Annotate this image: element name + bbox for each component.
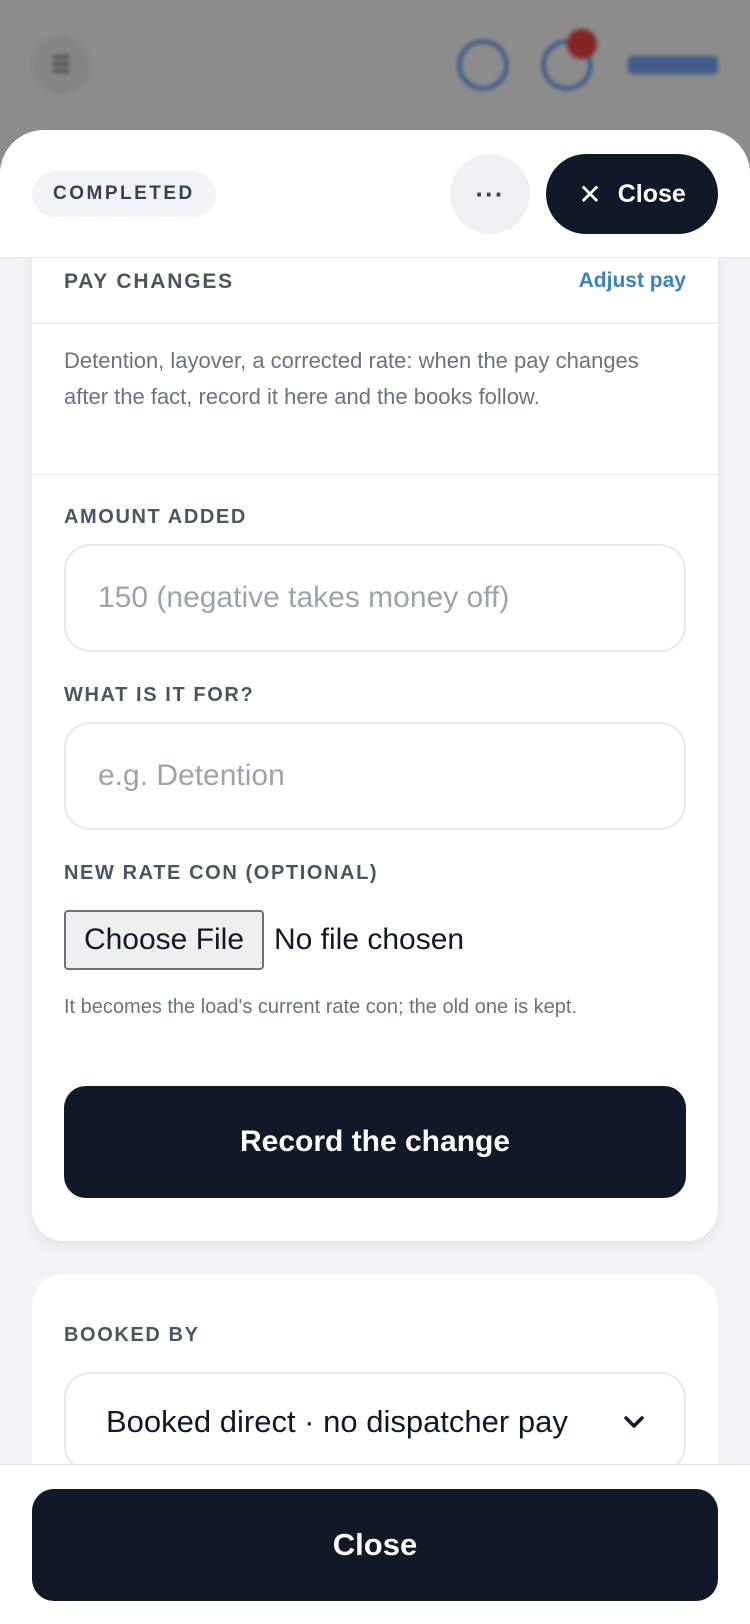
file-status: No file chosen [274,923,465,956]
sheet-footer: Close [0,1464,750,1624]
rate-con-hint: It becomes the load's current rate con; … [64,996,577,1018]
amount-added-input[interactable]: 150 (negative takes money off) [64,544,686,652]
rate-con-label: NEW RATE CON (OPTIONAL) [64,862,379,884]
amount-added-placeholder: 150 (negative takes money off) [98,581,510,614]
more-options-button[interactable]: ··· [450,154,530,234]
section-divider [32,474,718,475]
status-badge: COMPLETED [32,171,216,217]
pay-changes-description: Detention, layover, a corrected rate: wh… [64,348,639,409]
ellipsis-icon: ··· [475,178,505,209]
booked-by-value: Booked direct · no dispatcher pay [106,1404,568,1439]
pay-changes-card: PAY CHANGES Adjust pay Detention, layove… [32,222,718,1241]
close-footer-button[interactable]: Close [32,1489,718,1601]
pay-changes-title: PAY CHANGES [64,270,234,293]
close-sheet-button[interactable]: ✕ Close [546,154,718,234]
purpose-label: WHAT IS IT FOR? [64,684,255,706]
rate-con-file-input: Choose File No file chosen [64,910,464,970]
sheet-header: COMPLETED ··· ✕ Close [0,130,750,258]
amount-added-label: AMOUNT ADDED [64,506,247,528]
adjust-pay-link[interactable]: Adjust pay [579,269,686,293]
choose-file-button[interactable]: Choose File [64,910,264,970]
bottom-sheet: COMPLETED ··· ✕ Close PAY CHANGES Adjust… [0,130,750,1624]
close-sheet-label: Close [617,179,686,208]
chevron-down-icon [624,1409,644,1435]
booked-by-label: BOOKED BY [64,1324,200,1346]
purpose-placeholder: e.g. Detention [98,759,285,792]
booked-by-select[interactable]: Booked direct · no dispatcher pay [64,1372,686,1472]
purpose-input[interactable]: e.g. Detention [64,722,686,830]
record-change-button[interactable]: Record the change [64,1086,686,1198]
close-icon: ✕ [578,178,602,210]
